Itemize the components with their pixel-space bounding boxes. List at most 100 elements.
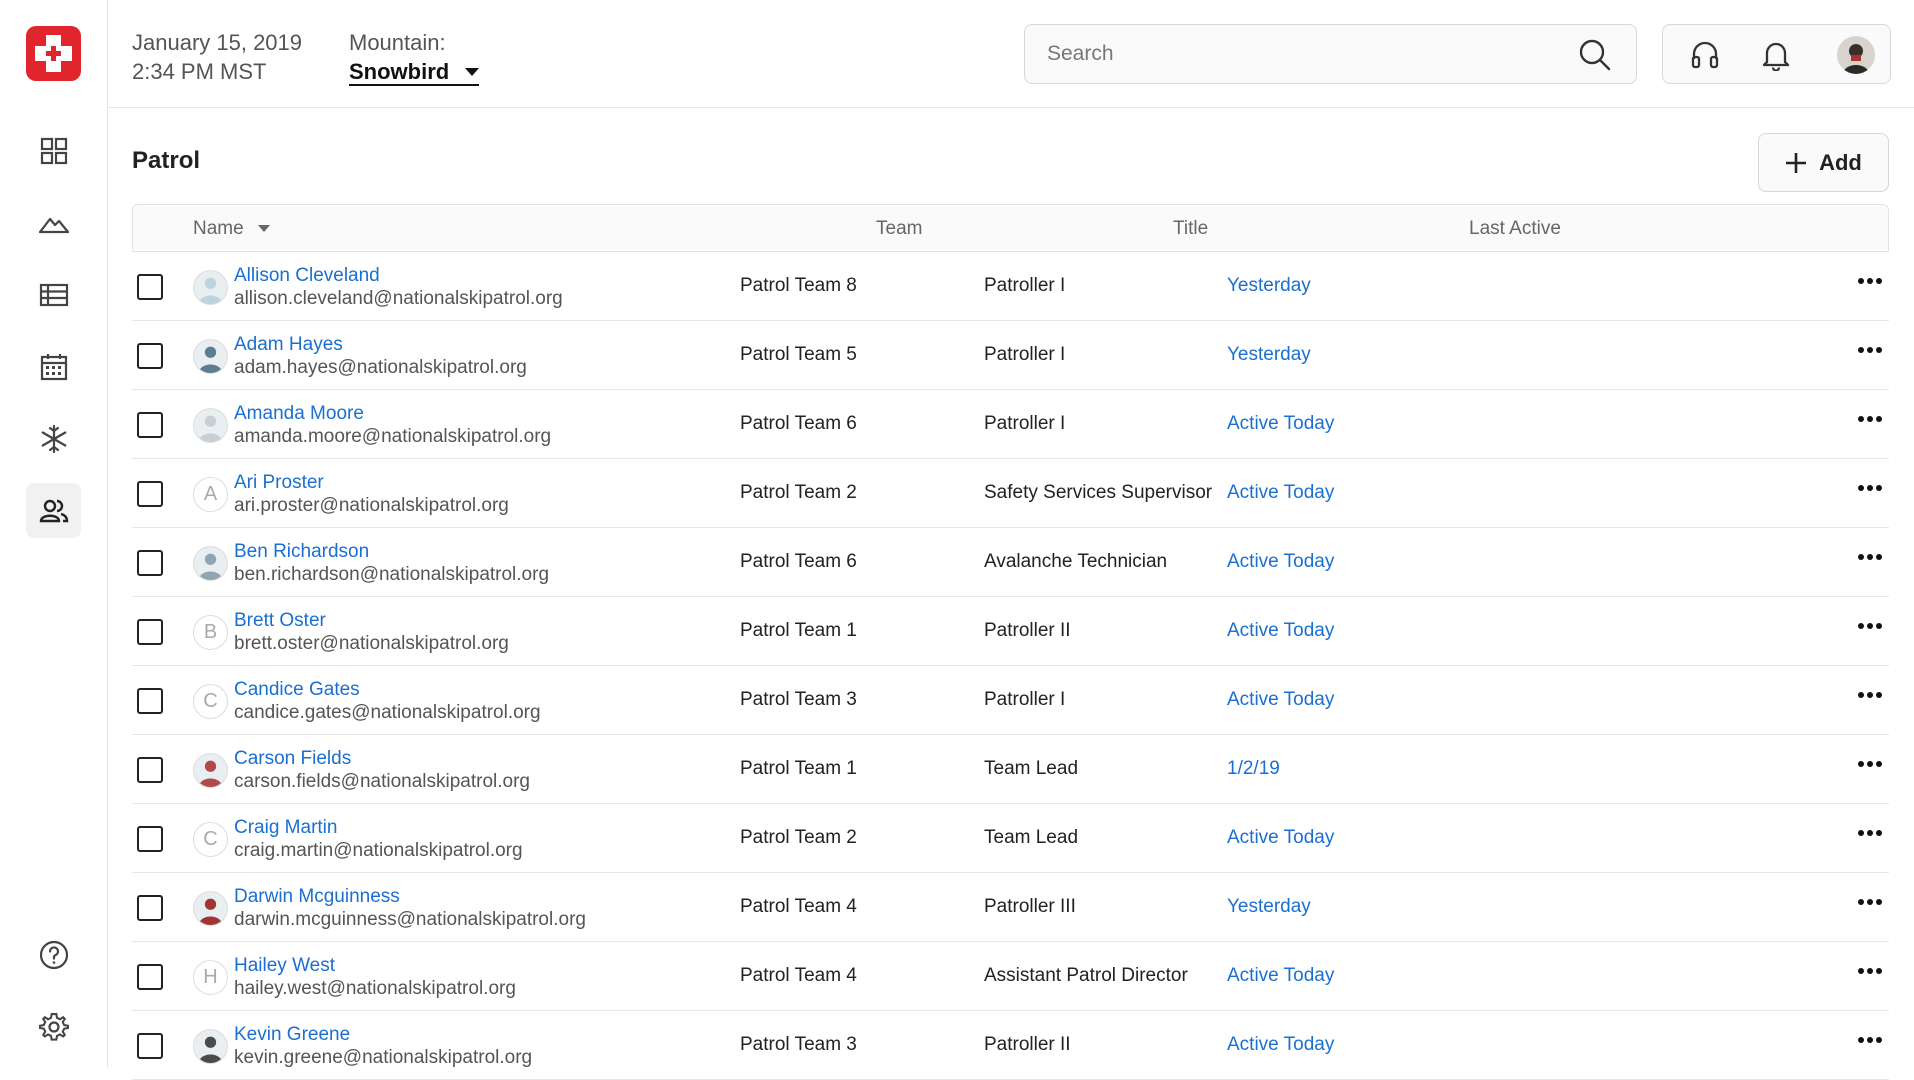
- avatar: [193, 339, 228, 374]
- row-checkbox[interactable]: [137, 757, 163, 783]
- last-active-link[interactable]: 1/2/19: [1227, 758, 1280, 780]
- last-active-link[interactable]: Yesterday: [1227, 275, 1311, 297]
- mountain-value: Snowbird: [349, 59, 450, 84]
- more-options-icon[interactable]: [1858, 278, 1882, 284]
- title-cell: Team Lead: [984, 827, 1079, 848]
- nav-mountain[interactable]: [26, 195, 81, 250]
- row-checkbox[interactable]: [137, 895, 163, 921]
- person-name-link[interactable]: Candice Gates: [234, 678, 541, 701]
- row-checkbox[interactable]: [137, 826, 163, 852]
- title-cell: Patroller II: [984, 1034, 1071, 1055]
- last-active-link[interactable]: Active Today: [1227, 482, 1334, 504]
- person-name-link[interactable]: Darwin Mcguinness: [234, 885, 586, 908]
- search-icon[interactable]: [1578, 38, 1612, 72]
- page-title: Patrol: [132, 147, 201, 174]
- table-row[interactable]: C Craig Martin craig.martin@nationalskip…: [132, 804, 1889, 873]
- person-email: ari.proster@nationalskipatrol.org: [234, 495, 509, 516]
- last-active-link[interactable]: Yesterday: [1227, 896, 1311, 918]
- table-row[interactable]: Amanda Moore amanda.moore@nationalskipat…: [132, 390, 1889, 459]
- table-row[interactable]: Allison Cleveland allison.cleveland@nati…: [132, 252, 1889, 321]
- last-active-link[interactable]: Active Today: [1227, 551, 1334, 573]
- person-name-link[interactable]: Brett Oster: [234, 609, 509, 632]
- more-options-icon[interactable]: [1858, 623, 1882, 629]
- headset-icon: [1691, 41, 1719, 69]
- table-row[interactable]: C Candice Gates candice.gates@nationalsk…: [132, 666, 1889, 735]
- name-cell: Adam Hayes adam.hayes@nationalskipatrol.…: [234, 333, 527, 379]
- title-cell: Patroller II: [984, 620, 1071, 641]
- person-name-link[interactable]: Craig Martin: [234, 816, 523, 839]
- nav-users[interactable]: [26, 483, 81, 538]
- notifications-button[interactable]: [1757, 36, 1795, 74]
- person-name-link[interactable]: Ben Richardson: [234, 540, 549, 563]
- table-row[interactable]: Carson Fields carson.fields@nationalskip…: [132, 735, 1889, 804]
- column-team[interactable]: Team: [876, 218, 922, 240]
- team-cell: Patrol Team 4: [740, 965, 857, 986]
- table-row[interactable]: Darwin Mcguinness darwin.mcguinness@nati…: [132, 873, 1889, 942]
- table-row[interactable]: Ben Richardson ben.richardson@nationalsk…: [132, 528, 1889, 597]
- last-active-link[interactable]: Active Today: [1227, 965, 1334, 987]
- add-button[interactable]: Add: [1758, 133, 1889, 192]
- team-cell: Patrol Team 3: [740, 689, 857, 710]
- row-checkbox[interactable]: [137, 274, 163, 300]
- person-name-link[interactable]: Ari Proster: [234, 471, 509, 494]
- nav-list[interactable]: [26, 267, 81, 322]
- more-options-icon[interactable]: [1858, 554, 1882, 560]
- mountain-dropdown[interactable]: Snowbird: [349, 59, 480, 86]
- last-active-link[interactable]: Active Today: [1227, 413, 1334, 435]
- person-email: carson.fields@nationalskipatrol.org: [234, 771, 530, 792]
- snowflake-icon: [41, 424, 66, 453]
- more-options-icon[interactable]: [1858, 485, 1882, 491]
- row-checkbox[interactable]: [137, 343, 163, 369]
- nav-dashboard[interactable]: [26, 123, 81, 178]
- last-active-link[interactable]: Active Today: [1227, 827, 1334, 849]
- column-last-active[interactable]: Last Active: [1469, 218, 1561, 240]
- logo-icon[interactable]: [26, 26, 81, 81]
- row-checkbox[interactable]: [137, 964, 163, 990]
- support-button[interactable]: [1686, 36, 1724, 74]
- last-active-link[interactable]: Active Today: [1227, 1034, 1334, 1056]
- row-checkbox[interactable]: [137, 412, 163, 438]
- last-active-link[interactable]: Yesterday: [1227, 344, 1311, 366]
- person-email: hailey.west@nationalskipatrol.org: [234, 978, 516, 999]
- calendar-icon: [40, 353, 67, 380]
- column-name[interactable]: Name: [193, 218, 270, 240]
- more-options-icon[interactable]: [1858, 830, 1882, 836]
- person-name-link[interactable]: Kevin Greene: [234, 1023, 532, 1046]
- table-row[interactable]: A Ari Proster ari.proster@nationalskipat…: [132, 459, 1889, 528]
- person-name-link[interactable]: Hailey West: [234, 954, 516, 977]
- name-cell: Darwin Mcguinness darwin.mcguinness@nati…: [234, 885, 586, 931]
- nav-calendar[interactable]: [26, 339, 81, 394]
- bell-icon: [1762, 42, 1790, 71]
- nav-help[interactable]: [26, 927, 81, 982]
- search-input[interactable]: [1025, 25, 1565, 83]
- last-active-link[interactable]: Active Today: [1227, 689, 1334, 711]
- user-avatar[interactable]: [1837, 36, 1875, 74]
- table-row[interactable]: B Brett Oster brett.oster@nationalskipat…: [132, 597, 1889, 666]
- last-active-link[interactable]: Active Today: [1227, 620, 1334, 642]
- more-options-icon[interactable]: [1858, 347, 1882, 353]
- more-options-icon[interactable]: [1858, 692, 1882, 698]
- person-name-link[interactable]: Carson Fields: [234, 747, 530, 770]
- row-checkbox[interactable]: [137, 1033, 163, 1059]
- team-cell: Patrol Team 8: [740, 275, 857, 296]
- row-checkbox[interactable]: [137, 481, 163, 507]
- more-options-icon[interactable]: [1858, 416, 1882, 422]
- more-options-icon[interactable]: [1858, 761, 1882, 767]
- more-options-icon[interactable]: [1858, 1037, 1882, 1043]
- row-checkbox[interactable]: [137, 688, 163, 714]
- table-row[interactable]: Kevin Greene kevin.greene@nationalskipat…: [132, 1011, 1889, 1080]
- table-row[interactable]: Adam Hayes adam.hayes@nationalskipatrol.…: [132, 321, 1889, 390]
- row-checkbox[interactable]: [137, 619, 163, 645]
- table-row[interactable]: H Hailey West hailey.west@nationalskipat…: [132, 942, 1889, 1011]
- person-name-link[interactable]: Allison Cleveland: [234, 264, 563, 287]
- row-checkbox[interactable]: [137, 550, 163, 576]
- person-name-link[interactable]: Amanda Moore: [234, 402, 551, 425]
- person-name-link[interactable]: Adam Hayes: [234, 333, 527, 356]
- nav-settings[interactable]: [26, 999, 81, 1054]
- column-title[interactable]: Title: [1173, 218, 1208, 240]
- more-options-icon[interactable]: [1858, 968, 1882, 974]
- more-options-icon[interactable]: [1858, 899, 1882, 905]
- avatar: C: [193, 684, 228, 719]
- person-email: amanda.moore@nationalskipatrol.org: [234, 426, 552, 447]
- nav-snow[interactable]: [26, 411, 81, 466]
